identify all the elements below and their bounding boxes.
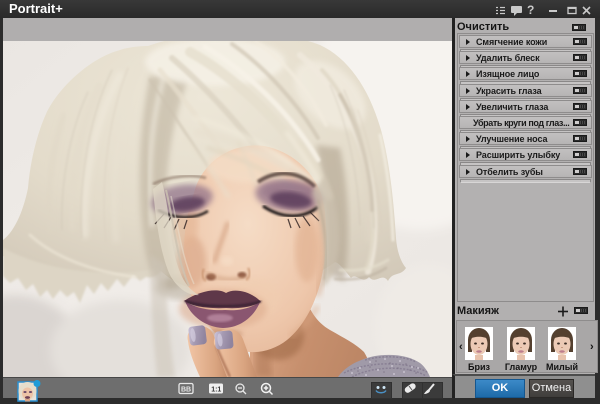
svg-text:?: ? xyxy=(527,3,534,17)
svg-text:BB: BB xyxy=(181,387,191,394)
svg-text:1:1: 1:1 xyxy=(211,387,221,394)
